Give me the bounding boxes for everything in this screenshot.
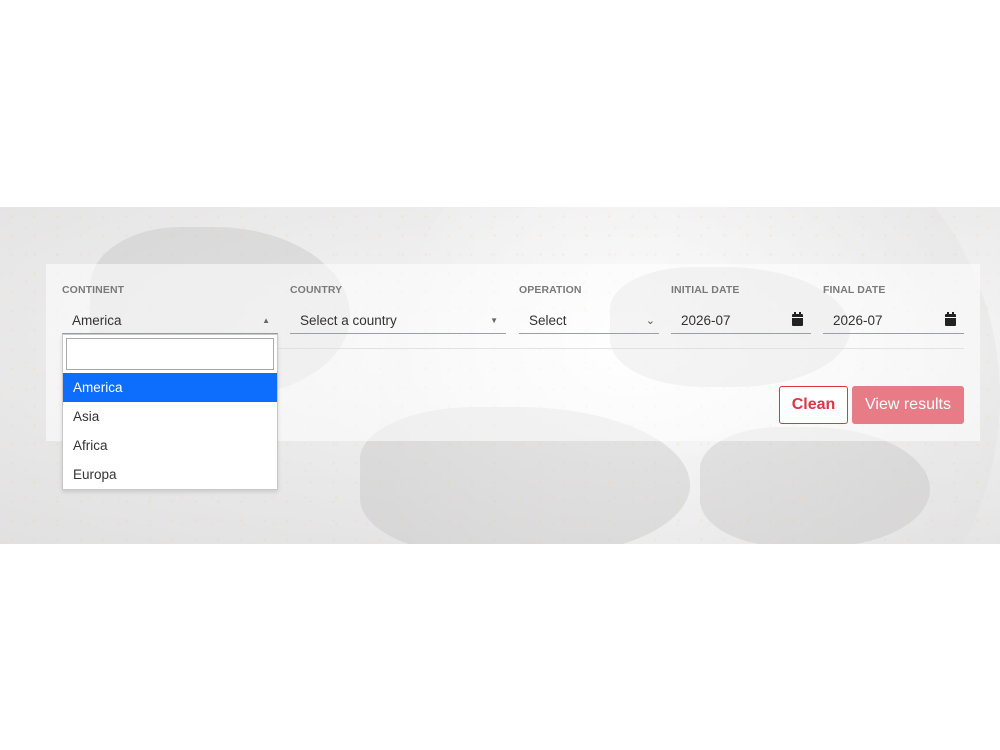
- final-date-value: 2026-07: [833, 312, 883, 328]
- continent-value: America: [72, 312, 122, 328]
- final-date-input[interactable]: 2026-07: [823, 307, 964, 334]
- dropdown-option-america[interactable]: America: [63, 373, 277, 402]
- initial-date-field: INITIAL DATE 2026-07: [671, 283, 811, 334]
- calendar-icon[interactable]: [792, 312, 803, 326]
- operation-value: Select: [529, 312, 567, 328]
- dropdown-option-africa[interactable]: Africa: [63, 431, 277, 460]
- operation-field: OPERATION Select ⌄: [519, 283, 659, 334]
- continent-field: CONTINENT America ▲: [62, 283, 278, 334]
- continent-select[interactable]: America ▲: [62, 307, 278, 334]
- dropdown-option-europa[interactable]: Europa: [63, 460, 277, 489]
- initial-date-value: 2026-07: [681, 312, 731, 328]
- caret-down-icon: ▼: [490, 315, 498, 325]
- final-date-field: FINAL DATE 2026-07: [823, 283, 964, 334]
- clean-button[interactable]: Clean: [779, 386, 848, 424]
- final-date-label: FINAL DATE: [823, 284, 886, 296]
- chevron-down-icon: ⌄: [645, 314, 655, 327]
- continent-dropdown: America Asia Africa Europa: [62, 334, 278, 490]
- country-select[interactable]: Select a country ▼: [290, 307, 506, 334]
- calendar-icon[interactable]: [945, 312, 956, 326]
- initial-date-label: INITIAL DATE: [671, 284, 740, 296]
- operation-label: OPERATION: [519, 284, 582, 296]
- country-value: Select a country: [300, 312, 397, 328]
- caret-up-icon: ▲: [262, 315, 270, 325]
- continent-search-input[interactable]: [66, 338, 274, 370]
- view-results-button[interactable]: View results: [852, 386, 964, 424]
- country-label: COUNTRY: [290, 284, 343, 296]
- dropdown-option-asia[interactable]: Asia: [63, 402, 277, 431]
- operation-select[interactable]: Select ⌄: [519, 307, 659, 334]
- country-field: COUNTRY Select a country ▼: [290, 283, 506, 334]
- continent-label: CONTINENT: [62, 284, 125, 296]
- initial-date-input[interactable]: 2026-07: [671, 307, 811, 334]
